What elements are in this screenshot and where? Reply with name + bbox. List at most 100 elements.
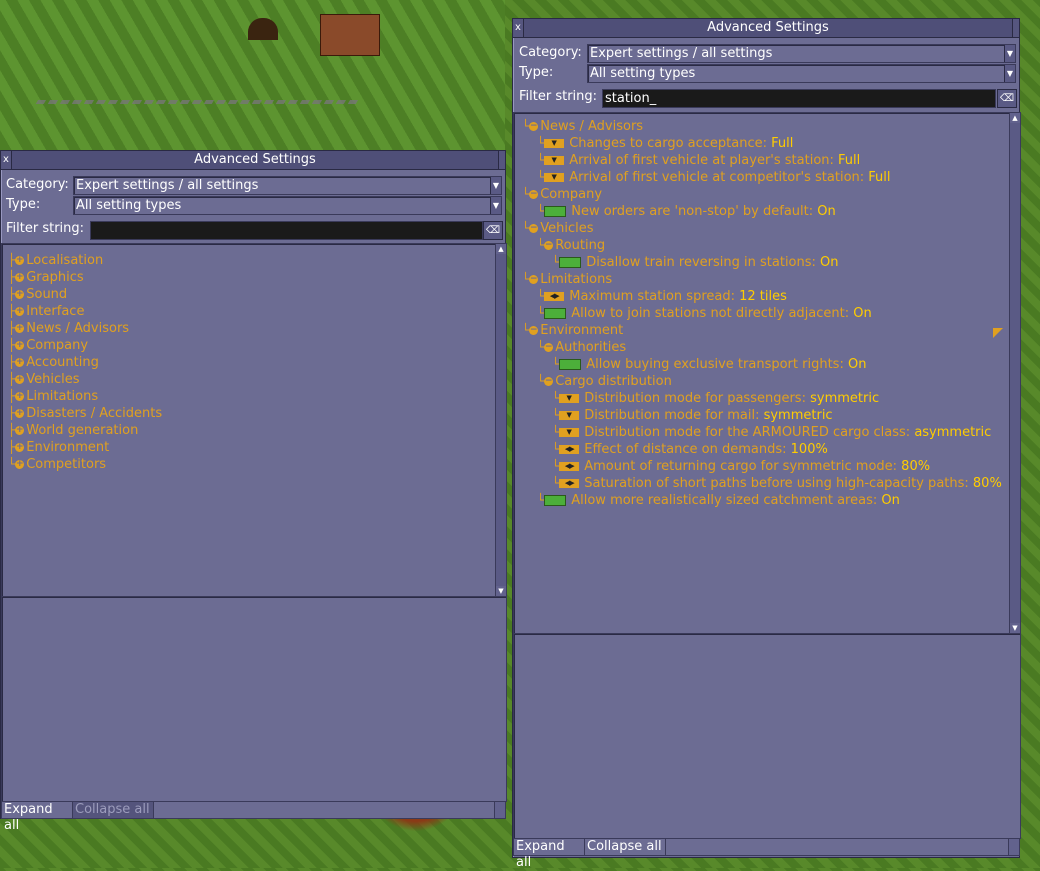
type-dropdown[interactable]: All setting types ▼ [73,196,502,215]
tree-category[interactable]: ├+ Disasters / Accidents [8,405,162,422]
clear-filter-icon[interactable]: ⌫ [997,89,1017,108]
setting-row[interactable]: └ ▼ Changes to cargo acceptance: Full [537,135,793,152]
type-dropdown[interactable]: All setting types ▼ [587,64,1016,83]
collapse-icon[interactable]: − [529,224,539,233]
expand-icon[interactable]: + [15,307,25,316]
toggle-on-icon[interactable] [544,206,567,217]
scroll-down-icon[interactable]: ▼ [1010,623,1020,633]
collapse-all-button[interactable]: Collapse all [584,838,666,856]
setting-row[interactable]: └ ◀▶ Maximum station spread: 12 tiles [537,288,787,305]
stepper-arrows-icon[interactable]: ◀▶ [559,462,580,471]
expand-icon[interactable]: + [15,290,25,299]
filter-input[interactable] [90,221,483,240]
category-dropdown[interactable]: Expert settings / all settings ▼ [587,44,1016,63]
stepper-arrows-icon[interactable]: ◀▶ [544,292,565,301]
setting-row[interactable]: └ ▼ Distribution mode for passengers: symm… [552,390,879,407]
tree-category[interactable]: ├+ Interface [8,303,84,320]
collapse-icon[interactable]: − [529,326,539,335]
tree-category[interactable]: └− Routing [537,237,605,254]
expand-icon[interactable]: + [15,358,25,367]
title-bar[interactable]: x Advanced Settings [1,151,505,170]
setting-row[interactable]: └ New orders are 'non-stop' by default: O… [537,203,836,220]
category-dropdown[interactable]: Expert settings / all settings ▼ [73,176,502,195]
stepper-arrows-icon[interactable]: ◀▶ [559,479,580,488]
dropdown-icon[interactable]: ▼ [559,411,580,420]
setting-row[interactable]: └ Allow buying exclusive transport rights… [552,356,866,373]
tree-category[interactable]: ├+ Graphics [8,269,84,286]
tree-category[interactable]: ├+ Vehicles [8,371,80,388]
tree-connector: └ [522,272,530,286]
toggle-on-icon[interactable] [544,495,567,506]
collapse-icon[interactable]: − [544,377,554,386]
vertical-scrollbar[interactable]: ▲ ▼ [495,244,506,596]
sticky-icon[interactable] [1012,19,1019,37]
expand-icon[interactable]: + [15,460,25,469]
expand-icon[interactable]: + [15,341,25,350]
tree-category[interactable]: └+ Competitors [8,456,106,473]
dropdown-icon[interactable]: ▼ [559,428,580,437]
scroll-down-icon[interactable]: ▼ [496,586,506,596]
sticky-icon[interactable] [498,151,505,169]
collapse-all-button[interactable]: Collapse all [72,801,154,819]
tree-category[interactable]: ├+ Limitations [8,388,98,405]
tree-category[interactable]: ├+ Sound [8,286,67,303]
dropdown-icon[interactable]: ▼ [544,156,565,165]
expand-all-button[interactable]: Expand all [1,801,73,833]
setting-row[interactable]: └ ▼ Arrival of first vehicle at player's s… [537,152,860,169]
expand-icon[interactable]: + [15,426,25,435]
expand-all-button[interactable]: Expand all [513,838,585,870]
tree-category[interactable]: ├+ Environment [8,439,109,456]
tree-category[interactable]: └− Environment [522,322,623,339]
resize-handle-icon[interactable] [1008,838,1020,856]
expand-icon[interactable]: + [15,256,25,265]
tree-connector: └ [537,136,545,150]
toggle-on-icon[interactable] [559,257,582,268]
dropdown-icon[interactable]: ▼ [544,173,565,182]
tree-category[interactable]: └− Company [522,186,602,203]
setting-row[interactable]: └ Allow to join stations not directly adj… [537,305,872,322]
tree-category[interactable]: ├+ News / Advisors [8,320,129,337]
clear-filter-icon[interactable]: ⌫ [483,221,503,240]
setting-row[interactable]: └ ▼ Arrival of first vehicle at competitor… [537,169,891,186]
expand-icon[interactable]: + [15,392,25,401]
collapse-icon[interactable]: − [544,343,554,352]
setting-row[interactable]: └ Disallow train reversing in stations: O… [552,254,839,271]
setting-name: Saturation of short paths before using h… [584,476,969,491]
dropdown-icon[interactable]: ▼ [544,139,565,148]
setting-row[interactable]: └ Allow more realistically sized catchmen… [537,492,900,509]
tree-category[interactable]: └− Cargo distribution [537,373,672,390]
filter-input[interactable]: station_ [602,89,996,108]
toggle-on-icon[interactable] [544,308,567,319]
tree-category[interactable]: └− Limitations [522,271,612,288]
setting-row[interactable]: └ ▼ Distribution mode for the ARMOURED car… [552,424,991,441]
setting-row[interactable]: └ ▼ Distribution mode for mail: symmetric [552,407,833,424]
stepper-arrows-icon[interactable]: ◀▶ [559,445,580,454]
vertical-scrollbar[interactable]: ▲ ▼ [1009,113,1020,633]
collapse-icon[interactable]: − [529,122,539,131]
scroll-up-icon[interactable]: ▲ [1010,113,1020,123]
setting-row[interactable]: └ ◀▶ Amount of returning cargo for symmetr… [552,458,930,475]
resize-handle-icon[interactable] [494,801,506,819]
expand-icon[interactable]: + [15,409,25,418]
tree-category[interactable]: ├+ World generation [8,422,138,439]
game-viewport[interactable] [0,0,505,150]
setting-row[interactable]: └ ◀▶ Effect of distance on demands: 100% [552,441,828,458]
tree-category[interactable]: ├+ Localisation [8,252,103,269]
tree-category[interactable]: └− News / Advisors [522,118,643,135]
tree-category[interactable]: ├+ Company [8,337,88,354]
tree-category[interactable]: ├+ Accounting [8,354,99,371]
tree-category[interactable]: └− Authorities [537,339,626,356]
expand-icon[interactable]: + [15,375,25,384]
collapse-icon[interactable]: − [529,190,539,199]
setting-row[interactable]: └ ◀▶ Saturation of short paths before usin… [552,475,1002,492]
expand-icon[interactable]: + [15,273,25,282]
expand-icon[interactable]: + [15,324,25,333]
expand-icon[interactable]: + [15,443,25,452]
collapse-icon[interactable]: − [529,275,539,284]
collapse-icon[interactable]: − [544,241,554,250]
tree-category[interactable]: └− Vehicles [522,220,594,237]
dropdown-icon[interactable]: ▼ [559,394,580,403]
toggle-on-icon[interactable] [559,359,582,370]
title-bar[interactable]: x Advanced Settings [513,19,1019,38]
scroll-up-icon[interactable]: ▲ [496,244,506,254]
